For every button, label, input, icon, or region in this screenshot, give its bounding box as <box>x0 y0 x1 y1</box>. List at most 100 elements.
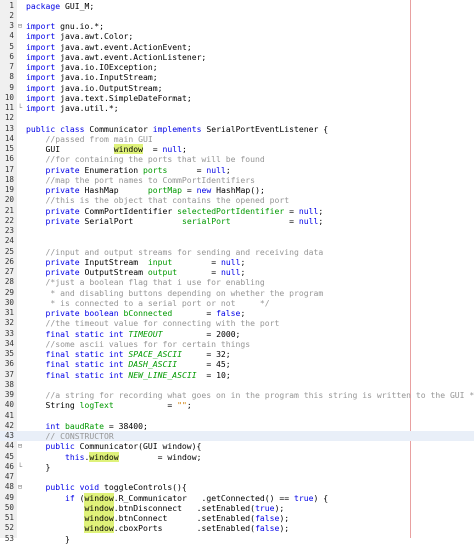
code-line[interactable]: 53 } <box>0 534 474 544</box>
code-line[interactable]: 2 <box>0 11 474 21</box>
code-text: private OutputStream output = null; <box>26 267 245 277</box>
code-line[interactable]: 16 //for containing the ports that will … <box>0 154 474 164</box>
code-line[interactable]: 4 import java.awt.Color; <box>0 31 474 41</box>
code-line[interactable]: 32 //the timeout value for connecting wi… <box>0 318 474 328</box>
code-line[interactable]: 9 import java.io.OutputStream; <box>0 83 474 93</box>
code-line[interactable]: 27 private OutputStream output = null; <box>0 267 474 277</box>
comment-token: //map the port names to CommPortIdentifi… <box>26 174 256 185</box>
code-line[interactable]: 18 //map the port names to CommPortIdent… <box>0 175 474 185</box>
code-line[interactable]: 51 window.btnConnect .setEnabled(false); <box>0 513 474 523</box>
code-token: java.util.*; <box>55 103 119 113</box>
code-token: java.io.InputStream; <box>55 72 158 83</box>
keyword-token: null <box>298 215 319 226</box>
code-line[interactable]: 30 * is connected to a serial port or no… <box>0 298 474 308</box>
code-line[interactable]: 34 //some ascii values for for certain t… <box>0 339 474 349</box>
keyword-token: null <box>220 256 241 267</box>
constant-token: TIMEOUT <box>128 328 163 339</box>
code-text: private HashMap portMap = new HashMap(); <box>26 185 264 195</box>
fold-collapse-icon[interactable]: ⊟ <box>17 441 23 451</box>
code-line[interactable]: 29 * and disabling buttons depending on … <box>0 288 474 298</box>
line-number: 4 <box>9 31 14 41</box>
keyword-token: private <box>26 205 80 216</box>
line-number: 46 <box>4 461 14 471</box>
keyword-token: import <box>26 62 56 72</box>
keyword-token: import <box>26 21 56 31</box>
code-line[interactable]: 14 //passed from main GUI <box>0 134 474 144</box>
code-line[interactable]: 40 String logText = ""; <box>0 400 474 410</box>
code-line[interactable]: 8 import java.io.InputStream; <box>0 72 474 82</box>
code-line[interactable]: 15 GUI window = null; <box>0 144 474 154</box>
code-text: import java.io.InputStream; <box>26 72 158 82</box>
code-line[interactable]: 36 final static int DASH_ASCII = 45; <box>0 359 474 369</box>
line-number: 47 <box>4 472 14 481</box>
line-number: 48 <box>4 482 14 492</box>
line-number: 41 <box>4 410 14 420</box>
code-line[interactable]: 41 <box>0 411 474 421</box>
code-line[interactable]: 20 //this is the object that contains th… <box>0 195 474 205</box>
code-line[interactable]: 38 <box>0 380 474 390</box>
code-line[interactable]: 31 private boolean bConnected = false; <box>0 308 474 318</box>
fold-collapse-icon[interactable]: ⊟ <box>17 482 23 492</box>
line-number: 21 <box>4 205 14 215</box>
code-editor[interactable]: 1 package GUI_M; 2 3 ⊟ import gnu.io.*; 4 impor… <box>0 0 474 544</box>
fold-collapse-icon[interactable]: ⊟ <box>17 21 23 31</box>
code-line[interactable]: 5 import java.awt.event.ActionEvent; <box>0 42 474 52</box>
code-line[interactable]: 19 private HashMap portMap = new HashMap… <box>0 185 474 195</box>
code-line[interactable]: 1 package GUI_M; <box>0 1 474 11</box>
code-line[interactable]: 25 //input and output streams for sendin… <box>0 247 474 257</box>
code-line[interactable]: 44 ⊟ public Communicator(GUI window){ <box>0 441 474 451</box>
code-line[interactable]: 42 int baudRate = 38400; <box>0 421 474 431</box>
code-line[interactable]: 49 if (window.R_Communicator .getConnect… <box>0 492 474 503</box>
code-token: ; <box>318 215 324 226</box>
code-line[interactable]: 52 window.cboxPorts .setEnabled(false); <box>0 523 474 534</box>
code-line[interactable]: 37 final static int NEW_LINE_ASCII = 10; <box>0 370 474 380</box>
code-text: import java.io.OutputStream; <box>26 83 162 93</box>
highlighted-occurrence: window <box>84 502 114 513</box>
line-number: 37 <box>4 369 14 379</box>
code-line[interactable]: 47 <box>0 472 474 482</box>
code-line[interactable]: 35 final static int SPACE_ASCII = 32; <box>0 349 474 359</box>
code-text: int baudRate = 38400; <box>26 421 147 431</box>
code-token: } <box>26 461 51 472</box>
code-line[interactable]: 39 //a string for recording what goes on… <box>0 390 474 400</box>
line-number: 45 <box>4 451 14 461</box>
line-number: 43 <box>4 431 14 440</box>
code-line[interactable]: 26 private InputStream input = null; <box>0 257 474 267</box>
code-token: ; <box>181 144 187 154</box>
keyword-token: final static int <box>26 328 124 339</box>
code-token: Enumeration <box>79 164 143 175</box>
line-number: 9 <box>9 82 14 92</box>
code-line[interactable]: 12 <box>0 113 474 123</box>
code-line[interactable]: 50 window.btnDisconnect .setEnabled(true… <box>0 502 474 513</box>
code-line[interactable]: 22 private SerialPort serialPort = null; <box>0 216 474 226</box>
line-number: 24 <box>4 236 14 246</box>
highlighted-occurrence: window <box>113 144 143 154</box>
keyword-token: null <box>162 144 182 154</box>
code-line[interactable]: 28 /*just a boolean flag that i use for … <box>0 277 474 287</box>
code-line[interactable]: 23 <box>0 226 474 236</box>
keyword-token: package <box>26 0 61 11</box>
keyword-token: private <box>26 256 80 267</box>
code-line[interactable]: 6 import java.awt.event.ActionListener; <box>0 52 474 62</box>
code-token: ; <box>240 256 246 267</box>
code-line[interactable]: 48 ⊟ public void toggleControls(){ <box>0 482 474 492</box>
code-line[interactable]: 33 final static int TIMEOUT = 2000; <box>0 329 474 339</box>
field-token: bConnected <box>123 308 173 318</box>
code-token: ); <box>274 502 285 513</box>
code-line[interactable]: 7 import java.io.IOException; <box>0 62 474 72</box>
code-line[interactable]: 3 ⊟ import gnu.io.*; <box>0 21 474 31</box>
code-line[interactable]: 21 private CommPortIdentifier selectedPo… <box>0 206 474 216</box>
keyword-token: import <box>26 82 56 93</box>
code-line[interactable]: 17 private Enumeration ports = null; <box>0 165 474 175</box>
code-line[interactable]: 13 public class Communicator implements S… <box>0 124 474 134</box>
code-line[interactable]: 45 this.window = window; <box>0 451 474 462</box>
code-line[interactable]: 43 // CONSTRUCTOR <box>0 431 474 442</box>
code-text: window.btnDisconnect .setEnabled(true); <box>26 502 285 513</box>
code-line[interactable]: 46 └ } <box>0 462 474 472</box>
code-line[interactable]: 10 import java.text.SimpleDateFormat; <box>0 93 474 103</box>
code-text: } <box>26 534 70 544</box>
keyword-token: null <box>298 205 319 216</box>
code-line[interactable]: 24 <box>0 236 474 246</box>
code-line[interactable]: 11 └ import java.util.*; <box>0 103 474 113</box>
code-token: .btnDisconnect .setEnabled( <box>113 502 256 513</box>
